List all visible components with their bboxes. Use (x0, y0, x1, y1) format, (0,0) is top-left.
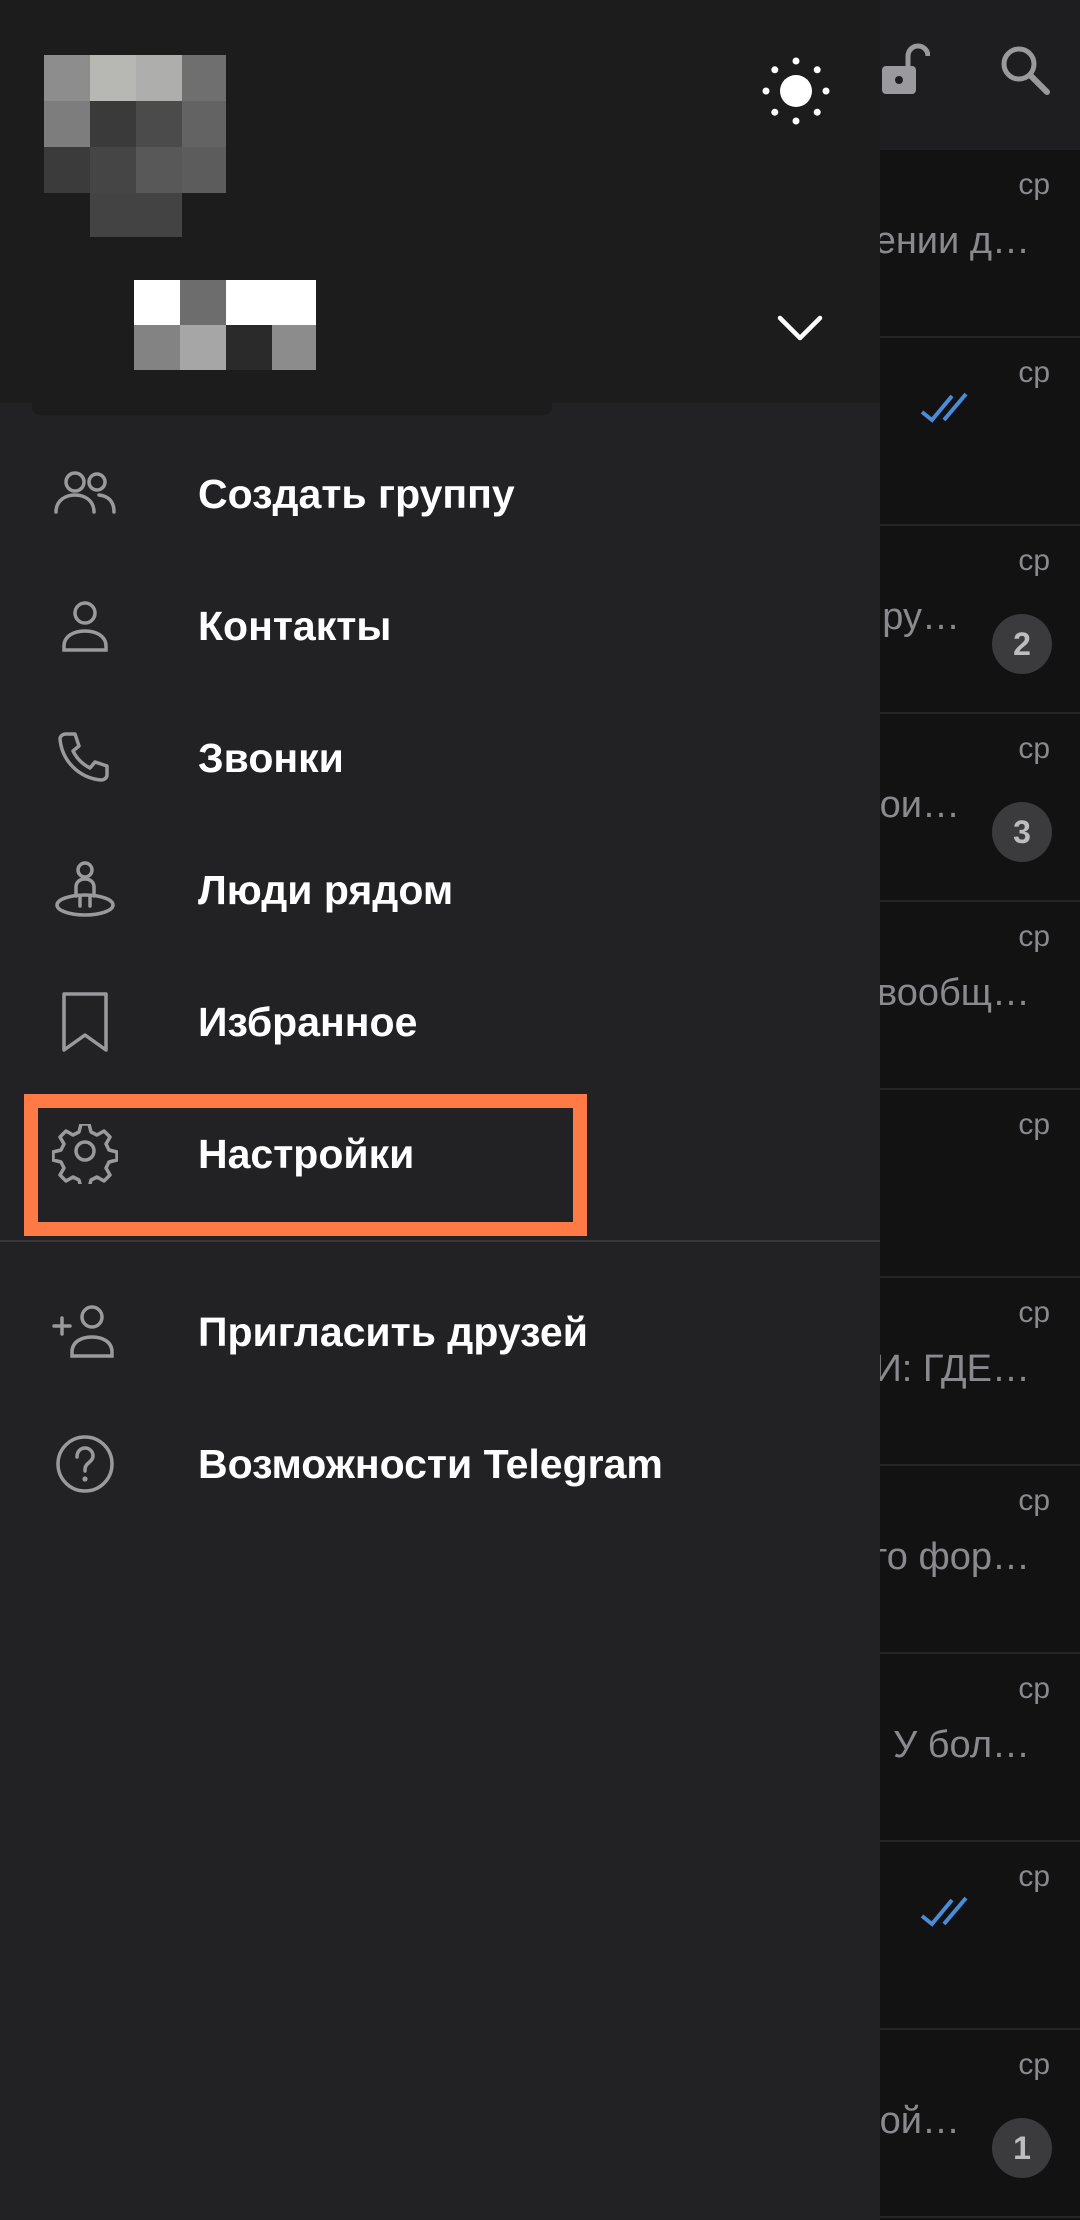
settings-highlight-frame (24, 1094, 587, 1236)
chat-preview: ении д… (874, 220, 1030, 262)
bookmark-icon (62, 992, 108, 1052)
chevron-down-icon[interactable] (772, 300, 828, 356)
read-check-icon (920, 392, 968, 423)
search-icon[interactable] (995, 40, 1055, 100)
chat-time: ср (1018, 2048, 1050, 2081)
drawer-header (0, 0, 880, 403)
menu-label: Избранное (198, 999, 418, 1045)
menu-item-invite-friends[interactable]: Пригласить друзей (0, 1266, 880, 1398)
question-icon (56, 1435, 114, 1493)
menu-item-calls[interactable]: Звонки (0, 692, 880, 824)
chat-preview: У бол… (893, 1724, 1030, 1766)
person-icon (62, 601, 108, 652)
unread-badge: 2 (992, 614, 1052, 674)
unread-badge: 1 (992, 2118, 1052, 2178)
menu-item-people-nearby[interactable]: Люди рядом (0, 824, 880, 956)
chat-time: ср (1018, 1860, 1050, 1893)
chat-time: ср (1018, 1672, 1050, 1705)
menu-label: Люди рядом (198, 867, 454, 913)
chat-time: ср (1018, 168, 1050, 201)
menu-item-contacts[interactable]: Контакты (0, 560, 880, 692)
menu-item-saved[interactable]: Избранное (0, 956, 880, 1088)
chat-time: ср (1018, 1296, 1050, 1329)
add-person-icon (52, 1305, 114, 1358)
header-edge (32, 403, 552, 415)
chat-preview: ой… (879, 2100, 960, 2142)
chat-time: ср (1018, 1484, 1050, 1517)
chat-time: ср (1018, 1108, 1050, 1141)
chat-preview: ру… (882, 596, 960, 638)
sun-icon[interactable] (760, 55, 832, 127)
menu-item-telegram-features[interactable]: Возможности Telegram (0, 1398, 880, 1530)
chat-preview: И: ГДЕ… (874, 1348, 1030, 1390)
menu-label: Возможности Telegram (198, 1441, 663, 1487)
menu-label: Контакты (198, 603, 392, 649)
menu-item-new-group[interactable]: Создать группу (0, 428, 880, 560)
phone-icon (58, 732, 109, 782)
people-nearby-icon (55, 861, 115, 917)
avatar[interactable] (44, 55, 226, 237)
chat-preview: вообщ… (876, 972, 1030, 1014)
group-icon (54, 471, 116, 514)
account-name-blurred (134, 280, 316, 370)
chat-time: ср (1018, 920, 1050, 953)
menu-divider (0, 1240, 880, 1242)
menu-label: Пригласить друзей (198, 1309, 588, 1355)
chat-time: ср (1018, 732, 1050, 765)
chat-time: ср (1018, 544, 1050, 577)
chat-time: ср (1018, 356, 1050, 389)
read-check-icon (920, 1896, 968, 1927)
menu-label: Звонки (198, 735, 344, 781)
menu-label: Создать группу (198, 471, 515, 517)
chat-preview: ои… (879, 784, 960, 826)
drawer-menu-secondary: Пригласить друзей Возможности Telegram (0, 1266, 880, 1530)
unread-badge: 3 (992, 802, 1052, 862)
chat-preview: го фор… (873, 1536, 1030, 1578)
